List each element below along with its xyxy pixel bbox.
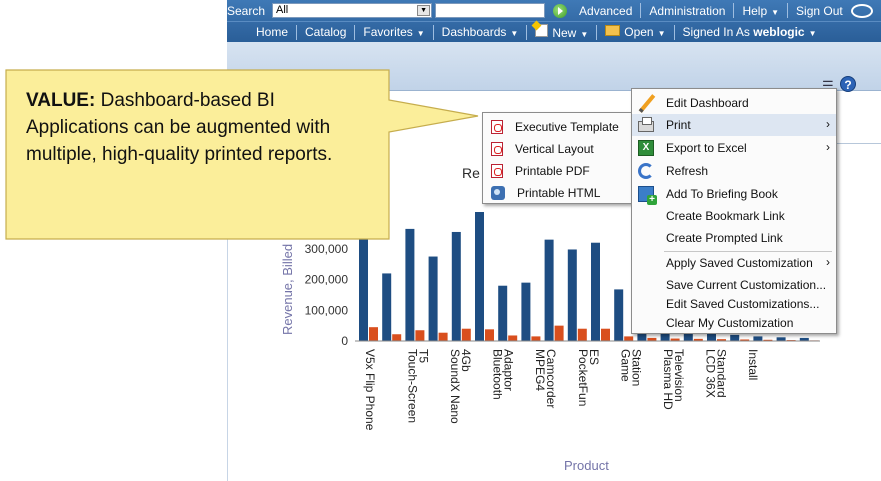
menu-item-label: Printable HTML — [517, 186, 601, 200]
menu-item-label: Add To Briefing Book — [666, 187, 778, 201]
bar-series-1 — [776, 337, 786, 341]
bar-series-2 — [624, 336, 634, 341]
bar-series-2 — [508, 335, 518, 341]
menu-item-apply-saved-customization[interactable]: Apply Saved Customization › — [632, 252, 836, 274]
x-tick-label: 4Gb — [459, 349, 473, 372]
x-tick-label: T5 — [417, 349, 431, 363]
bar-series-1 — [753, 336, 763, 341]
excel-icon: X — [638, 140, 654, 156]
menu-item-printable-pdf[interactable]: Printable PDF — [483, 160, 631, 182]
menu-item-add-to-briefing-book[interactable]: Add To Briefing Book — [632, 183, 836, 205]
menu-item-label: Executive Template — [515, 120, 619, 134]
x-tick-label: Camcorder — [544, 349, 558, 408]
x-tick-label: Television — [672, 349, 686, 402]
callout-lead: VALUE: — [26, 90, 96, 111]
bar-series-1 — [359, 230, 368, 341]
y-tick-label: 0 — [341, 334, 348, 348]
y-axis-title: Revenue, Billed — [280, 244, 295, 335]
refresh-icon — [638, 163, 654, 179]
menu-item-executive-template[interactable]: Executive Template — [483, 116, 631, 138]
bar-series-2 — [392, 334, 402, 341]
bar-series-2 — [577, 328, 587, 341]
menu-item-create-prompted-link[interactable]: Create Prompted Link — [632, 227, 836, 249]
bar-series-1 — [521, 282, 531, 341]
menu-item-printable-html[interactable]: Printable HTML — [483, 182, 631, 204]
chevron-right-icon: › — [826, 255, 830, 269]
bar-series-1 — [614, 289, 624, 341]
menu-item-refresh[interactable]: Refresh — [632, 160, 836, 182]
print-submenu: Executive Template Vertical Layout Print… — [482, 112, 632, 204]
x-tick-label: Standard — [714, 349, 728, 398]
x-axis-title: Product — [564, 458, 609, 473]
page-options-menu: Edit Dashboard Print › X Export to Excel… — [631, 88, 837, 334]
menu-item-print[interactable]: Print › — [632, 114, 836, 136]
chevron-right-icon: › — [826, 117, 830, 131]
y-tick-label: 200,000 — [305, 273, 349, 287]
x-tick-label: Install — [746, 349, 760, 380]
menu-item-label: Create Bookmark Link — [666, 209, 785, 223]
bar-series-2 — [601, 328, 610, 341]
menu-item-label: Printable PDF — [515, 164, 590, 178]
bar-series-1 — [475, 212, 484, 341]
y-tick-label: 300,000 — [305, 242, 349, 256]
x-tick-label: V5x Flip Phone — [363, 349, 377, 431]
menu-item-create-bookmark-link[interactable]: Create Bookmark Link — [632, 205, 836, 227]
menu-item-label: Clear My Customization — [666, 316, 794, 330]
bar-series-2 — [369, 327, 378, 341]
menu-item-label: Save Current Customization... — [666, 278, 827, 292]
x-tick-label: ES — [587, 349, 601, 365]
bar-series-1 — [405, 228, 415, 341]
html-icon — [491, 186, 505, 200]
menu-item-label: Edit Saved Customizations... — [666, 297, 820, 311]
bar-series-1 — [591, 242, 600, 341]
pencil-icon — [638, 95, 654, 111]
menu-item-label: Print — [666, 118, 691, 132]
menu-item-label: Create Prompted Link — [666, 231, 783, 245]
menu-item-label: Export to Excel — [666, 141, 747, 155]
menu-item-vertical-layout[interactable]: Vertical Layout — [483, 138, 631, 160]
callout-text: VALUE: Dashboard-based BI Applications c… — [26, 87, 381, 168]
bar-series-2 — [415, 330, 425, 341]
bar-series-1 — [707, 333, 716, 341]
menu-item-export-to-excel[interactable]: X Export to Excel › — [632, 137, 836, 159]
x-tick-label: Station — [629, 349, 643, 386]
chart-title: Re — [462, 165, 480, 181]
menu-item-label: Edit Dashboard — [666, 96, 749, 110]
bar-series-1 — [567, 249, 577, 341]
bar-series-1 — [382, 273, 392, 341]
x-tick-label: Adaptor — [502, 349, 516, 391]
printer-icon — [638, 117, 654, 132]
bar-series-2 — [438, 332, 448, 341]
y-tick-label: 100,000 — [305, 303, 349, 317]
chevron-right-icon: › — [826, 140, 830, 154]
pdf-icon — [491, 120, 503, 134]
menu-item-label: Refresh — [666, 164, 709, 178]
pdf-icon — [491, 164, 503, 178]
bar-series-1 — [730, 334, 740, 341]
bar-series-2 — [531, 336, 541, 341]
bar-series-1 — [544, 239, 554, 341]
bar-series-2 — [485, 329, 494, 341]
bar-series-1 — [451, 231, 461, 341]
bar-series-1 — [498, 285, 508, 341]
menu-item-clear-my-customization[interactable]: Clear My Customization — [632, 312, 836, 334]
bar-series-2 — [461, 328, 471, 341]
menu-item-edit-dashboard[interactable]: Edit Dashboard — [632, 92, 836, 114]
menu-item-label: Vertical Layout — [515, 142, 594, 156]
menu-item-label: Apply Saved Customization — [666, 256, 813, 270]
bar-series-1 — [428, 256, 438, 341]
bar-series-2 — [554, 325, 564, 341]
pdf-icon — [491, 142, 503, 156]
briefing-book-icon — [638, 186, 657, 205]
